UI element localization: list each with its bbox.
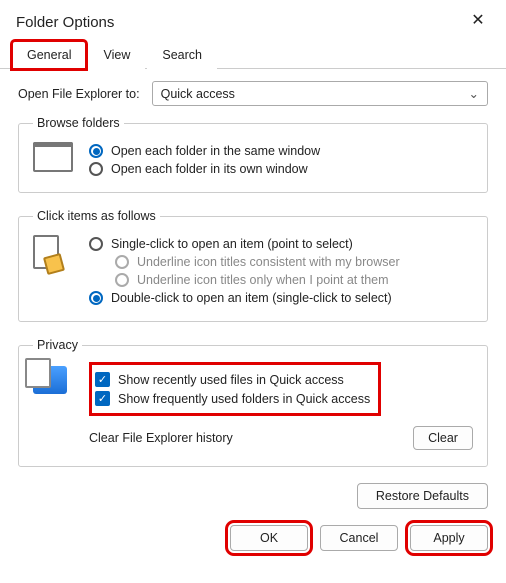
privacy-group: Privacy ✓ Show recently used files in Qu…: [18, 338, 488, 467]
check-frequent-folders[interactable]: ✓ Show frequently used folders in Quick …: [95, 391, 370, 406]
tab-strip: General View Search: [0, 40, 506, 69]
dialog-footer: OK Cancel Apply: [0, 519, 506, 563]
radio-icon: [115, 273, 129, 287]
browse-folders-legend: Browse folders: [33, 116, 124, 130]
radio-label: Open each folder in the same window: [111, 144, 320, 158]
checkbox-label: Show frequently used folders in Quick ac…: [118, 392, 370, 406]
radio-icon: [89, 237, 103, 251]
privacy-legend: Privacy: [33, 338, 82, 352]
click-items-legend: Click items as follows: [33, 209, 160, 223]
radio-label: Open each folder in its own window: [111, 162, 308, 176]
radio-underline-browser: Underline icon titles consistent with my…: [115, 255, 473, 269]
open-explorer-label: Open File Explorer to:: [18, 87, 140, 101]
radio-icon: [89, 291, 103, 305]
clear-button[interactable]: Clear: [413, 426, 473, 450]
radio-same-window[interactable]: Open each folder in the same window: [89, 144, 473, 158]
radio-icon: [115, 255, 129, 269]
radio-single-click[interactable]: Single-click to open an item (point to s…: [89, 237, 473, 251]
close-icon[interactable]: ✕: [466, 10, 490, 34]
cancel-button[interactable]: Cancel: [320, 525, 398, 551]
privacy-icon: [33, 364, 75, 394]
clear-history-label: Clear File Explorer history: [89, 431, 233, 445]
browse-folders-group: Browse folders Open each folder in the s…: [18, 116, 488, 193]
open-explorer-value: Quick access: [161, 87, 235, 101]
checkbox-icon: ✓: [95, 372, 110, 387]
tab-view[interactable]: View: [88, 41, 145, 69]
titlebar: Folder Options ✕: [0, 0, 506, 40]
checkbox-label: Show recently used files in Quick access: [118, 373, 344, 387]
radio-underline-point: Underline icon titles only when I point …: [115, 273, 473, 287]
check-recent-files[interactable]: ✓ Show recently used files in Quick acce…: [95, 372, 370, 387]
apply-button[interactable]: Apply: [410, 525, 488, 551]
radio-label: Double-click to open an item (single-cli…: [111, 291, 392, 305]
window-icon: [33, 142, 75, 172]
tab-panel-general: Open File Explorer to: Quick access ⌄ Br…: [0, 69, 506, 519]
restore-defaults-button[interactable]: Restore Defaults: [357, 483, 488, 509]
click-items-group: Click items as follows Single-click to o…: [18, 209, 488, 322]
open-explorer-select[interactable]: Quick access ⌄: [152, 81, 488, 106]
radio-own-window[interactable]: Open each folder in its own window: [89, 162, 473, 176]
ok-button[interactable]: OK: [230, 525, 308, 551]
radio-double-click[interactable]: Double-click to open an item (single-cli…: [89, 291, 473, 305]
checkbox-icon: ✓: [95, 391, 110, 406]
radio-label: Single-click to open an item (point to s…: [111, 237, 353, 251]
radio-icon: [89, 162, 103, 176]
window-title: Folder Options: [16, 14, 114, 31]
radio-label: Underline icon titles consistent with my…: [137, 255, 400, 269]
tab-general[interactable]: General: [12, 41, 86, 69]
tab-search[interactable]: Search: [147, 41, 217, 69]
radio-icon: [89, 144, 103, 158]
chevron-down-icon: ⌄: [469, 86, 479, 101]
document-click-icon: [33, 235, 75, 269]
privacy-highlight: ✓ Show recently used files in Quick acce…: [89, 362, 381, 416]
radio-label: Underline icon titles only when I point …: [137, 273, 389, 287]
